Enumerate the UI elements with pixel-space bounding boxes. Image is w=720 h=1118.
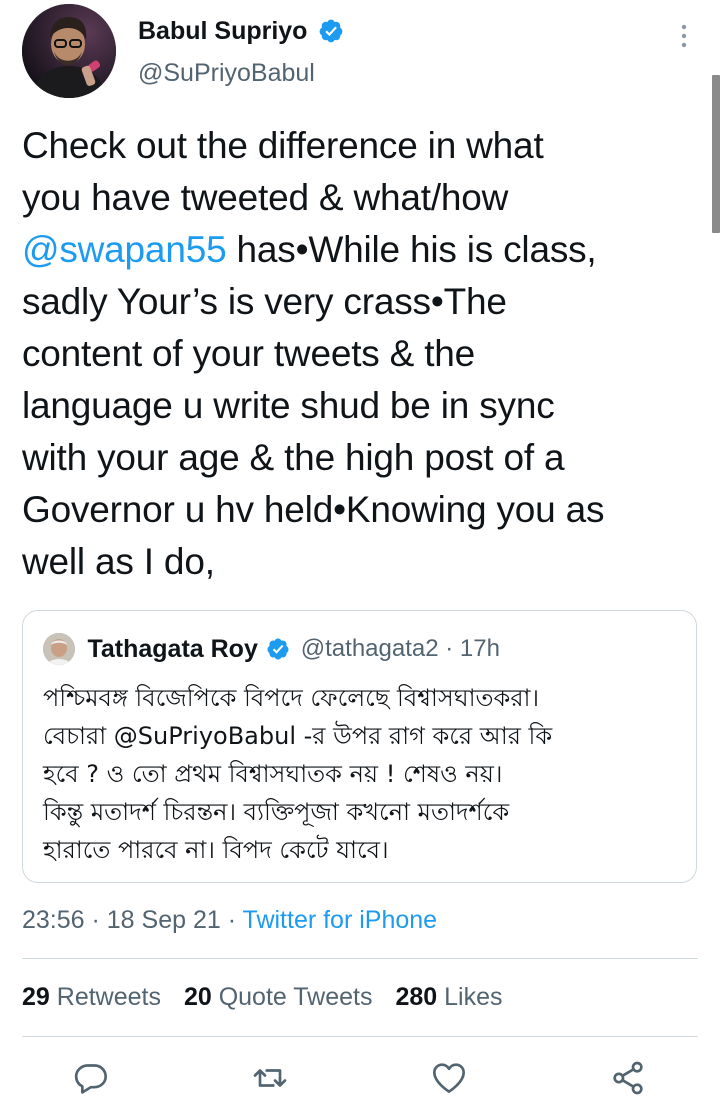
tweet-text-line: Check out the difference in what — [22, 125, 544, 166]
quoted-tweet[interactable]: Tathagata Roy @tathagata2 · 17h পশ্চিমবঙ… — [22, 610, 697, 883]
tweet-text-fragment: has•While his is class, — [226, 229, 597, 270]
mention-link[interactable]: @swapan55 — [22, 229, 227, 270]
source-link[interactable]: Twitter for iPhone — [243, 906, 438, 934]
retweets-label: Retweets — [49, 983, 161, 1011]
engagement-stats: 29 Retweets 20 Quote Tweets 280 Likes — [22, 980, 518, 1014]
quoted-text-line: পশ্চিমবঙ্গ বিজেপিকে বিপদে ফেলেছে বিশ্বাস… — [43, 684, 540, 712]
retweet-icon[interactable] — [250, 1058, 290, 1098]
tweet-header: Babul Supriyo @SuPriyoBabul — [22, 4, 702, 102]
tweet-text-line: content of your tweets & the — [22, 333, 476, 374]
more-vertical-icon[interactable] — [674, 22, 694, 50]
reply-icon[interactable] — [71, 1058, 111, 1098]
quoted-text-line: কিন্তু মতাদর্শ চিরন্তন। ব্যক্তিপূজা কখনো… — [43, 798, 510, 826]
author-handle[interactable]: @SuPriyoBabul — [138, 58, 344, 88]
tweet-text-line: sadly Your’s is very crass•The — [22, 281, 507, 322]
tweet-text-line: Governor u hv held•Knowing you as — [22, 489, 605, 530]
tweet-text-line: well as I do, — [22, 541, 215, 582]
retweets-stat[interactable]: 29 Retweets — [22, 983, 161, 1011]
share-icon[interactable] — [608, 1058, 648, 1098]
quoted-author-display-name: Tathagata Roy — [87, 634, 258, 663]
quoted-handle-time: @tathagata2 · 17h — [300, 635, 500, 662]
time-date: 23:56 · 18 Sep 21 · — [22, 906, 243, 934]
likes-stat[interactable]: 280 Likes — [395, 983, 502, 1011]
retweets-count: 29 — [22, 983, 50, 1011]
action-bar — [0, 1058, 720, 1102]
quoted-tweet-header: Tathagata Roy @tathagata2 · 17h — [43, 633, 500, 665]
likes-label: Likes — [437, 983, 503, 1011]
scrollbar[interactable] — [712, 75, 720, 233]
tweet-text-line: with your age & the high post of a — [22, 437, 565, 478]
author-names: Babul Supriyo @SuPriyoBabul — [138, 16, 344, 88]
divider — [22, 1036, 698, 1037]
quotes-label: Quote Tweets — [211, 983, 373, 1011]
quoted-author-avatar — [43, 633, 75, 665]
quoted-tweet-text: পশ্চিমবঙ্গ বিজেপিকে বিপদে ফেলেছে বিশ্বাস… — [43, 679, 683, 869]
quotes-count: 20 — [183, 983, 212, 1011]
author-display-name[interactable]: Babul Supriyo — [138, 16, 307, 46]
tweet-timestamp: 23:56 · 18 Sep 21 · Twitter for iPhone — [22, 903, 437, 937]
heart-icon[interactable] — [429, 1058, 469, 1098]
divider — [22, 958, 698, 959]
tweet-text: Check out the difference in what you hav… — [22, 120, 702, 588]
likes-count: 280 — [395, 983, 438, 1011]
verified-badge-icon — [266, 637, 290, 661]
quoted-text-line: হবে ? ও তো প্রথম বিশ্বাসঘাতক নয় ! শেষও … — [43, 760, 503, 788]
tweet-text-line: you have tweeted & what/how — [22, 177, 509, 218]
quote-tweets-stat[interactable]: 20 Quote Tweets — [184, 983, 373, 1011]
tweet-text-line: @swapan55 has•While his is class, — [22, 224, 702, 276]
tweet-text-line: language u write shud be in sync — [22, 385, 555, 426]
quoted-text-line: হারাতে পারবে না। বিপদ কেটে যাবে। — [43, 836, 389, 864]
author-avatar[interactable] — [22, 4, 116, 98]
verified-badge-icon — [318, 18, 344, 44]
quoted-text-line: বেচারা @SuPriyoBabul -র উপর রাগ করে আর ক… — [43, 722, 553, 750]
